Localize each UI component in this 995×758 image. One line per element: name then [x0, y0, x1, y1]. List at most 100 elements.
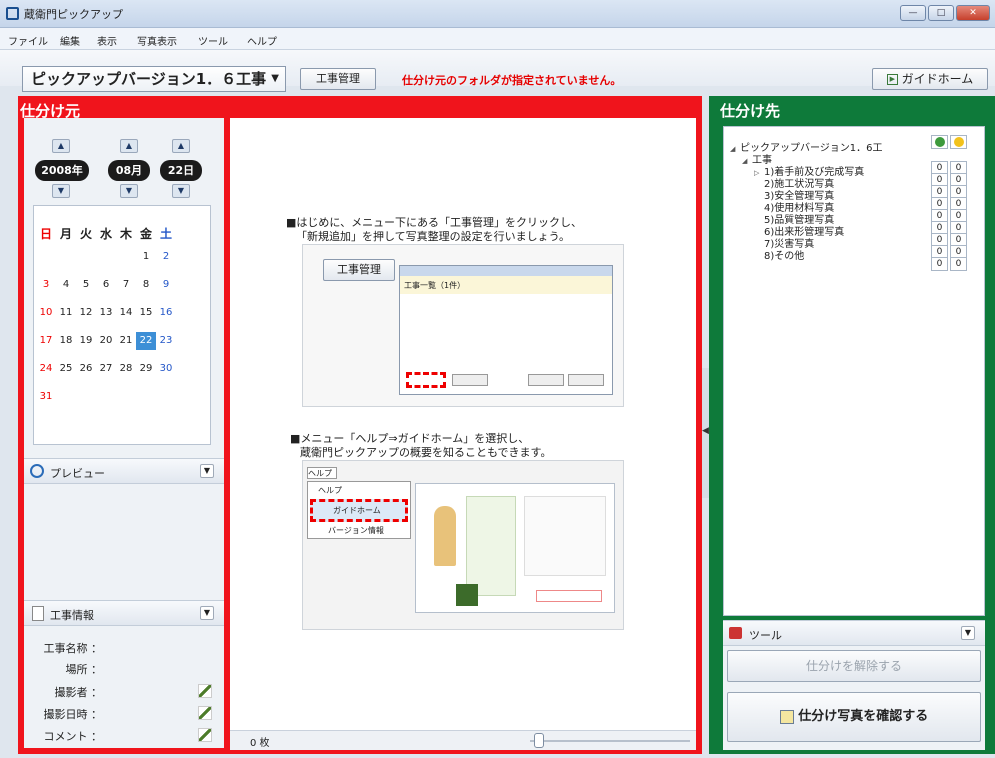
calendar-day[interactable]: 12 [76, 304, 96, 322]
minimize-button[interactable]: — [900, 5, 926, 21]
calendar-day[interactable]: 14 [116, 304, 136, 322]
calendar-day[interactable]: 30 [156, 360, 176, 378]
tree-count-pending: 0 [950, 257, 967, 271]
calendar-day[interactable]: 13 [96, 304, 116, 322]
guide-home-button[interactable]: ▶ ガイドホーム [872, 68, 988, 90]
calendar-day[interactable]: 28 [116, 360, 136, 378]
guide-step2-line1: ■メニュー「ヘルプ⇒ガイドホーム」を選択し、 [290, 432, 530, 445]
calendar-day[interactable]: 9 [156, 276, 176, 294]
pending-status-icon [950, 135, 967, 149]
zoom-slider-track[interactable] [530, 740, 690, 742]
calendar-day[interactable]: 27 [96, 360, 116, 378]
tree-expander-icon[interactable]: ◢ [730, 145, 740, 153]
version-select[interactable]: ピックアップバージョン1．６工事 ▼ [22, 66, 286, 92]
chevron-down-icon[interactable]: ▼ [200, 606, 214, 620]
preview-label: プレビュー [50, 467, 105, 480]
edit-datetime-pencil-icon[interactable] [198, 706, 212, 720]
preview-section[interactable]: プレビュー ▼ [24, 458, 224, 484]
project-name-label: 工事名称 ： [43, 642, 103, 655]
project-info-section[interactable]: 工事情報 ▼ [24, 600, 224, 626]
menu-edit[interactable]: 編集 [60, 33, 80, 48]
zoom-slider-thumb[interactable] [534, 733, 544, 748]
tree-node[interactable]: 8)その他 [754, 247, 805, 262]
calendar-day[interactable]: 8 [136, 276, 156, 294]
location-label: 場所 ： [65, 663, 103, 676]
guide-step1-text: ■はじめに、メニュー下にある「工事管理」をクリックし、 「新規追加」を押して写真… [286, 216, 582, 244]
warning-text: 仕分け元のフォルダが指定されていません。 [402, 74, 622, 87]
calendar-day[interactable]: 3 [36, 276, 56, 294]
guide-home-label: ガイドホーム [901, 72, 974, 86]
project-info-label: 工事情報 [50, 609, 94, 622]
calendar-day[interactable]: 31 [36, 388, 56, 406]
weekday-fri: 金 [139, 227, 152, 241]
guide-new-button-highlight [406, 372, 446, 388]
calendar-day[interactable]: 4 [56, 276, 76, 294]
calendar-day[interactable]: 18 [56, 332, 76, 350]
guide-help-menu: ヘルプ [307, 467, 337, 479]
calendar-day[interactable]: 24 [36, 360, 56, 378]
tree-node-label: 8)その他 [764, 251, 805, 262]
chevron-down-icon[interactable]: ▼ [200, 464, 214, 478]
calendar-day[interactable]: 5 [76, 276, 96, 294]
menu-photo-view[interactable]: 写真表示 [137, 33, 177, 48]
destination-tree: ◢ ピックアップバージョン1．6工 ◢ 工事 0 0 ▷ 1)着手前及び完成写真 0 0 2)施工状… [723, 126, 985, 616]
calendar-day[interactable]: 19 [76, 332, 96, 350]
weekday-sat: 土 [159, 227, 172, 241]
destination-panel-title: 仕分け先 [720, 102, 781, 120]
day-up-button[interactable]: ▲ [172, 139, 190, 153]
calendar-day[interactable]: 23 [156, 332, 176, 350]
guide-manage-button: 工事管理 [323, 259, 395, 281]
day-down-button[interactable]: ▼ [172, 184, 190, 198]
tree-count-done: 0 [931, 257, 948, 271]
edit-comment-pencil-icon[interactable] [198, 728, 212, 742]
unassign-button[interactable]: 仕分けを解除する [727, 650, 981, 682]
calendar-day[interactable]: 16 [156, 304, 176, 322]
document-icon [32, 606, 44, 621]
guide-step2-text: ■メニュー「ヘルプ⇒ガイドホーム」を選択し、 蔵衛門ピックアップの概要を知ること… [290, 432, 551, 460]
calendar-day[interactable]: 17 [36, 332, 56, 350]
splitter-handle[interactable]: ◀ [702, 368, 709, 498]
tree-expander-icon[interactable]: ◢ [742, 157, 752, 165]
photo-area [230, 118, 696, 730]
close-button[interactable]: ✕ [956, 5, 990, 21]
calendar-day[interactable]: 7 [116, 276, 136, 294]
calendar-day[interactable]: 6 [96, 276, 116, 294]
guide-step1-image: 工事管理 工事一覧（1件） [302, 244, 624, 407]
tools-section[interactable]: ツール ▼ [723, 620, 985, 646]
month-down-button[interactable]: ▼ [120, 184, 138, 198]
guide-dialog: 工事一覧（1件） [399, 265, 613, 395]
tools-label: ツール [749, 629, 782, 642]
confirm-assignment-label: 仕分け写真を確認する [798, 709, 929, 724]
calendar-day[interactable]: 22 [136, 332, 156, 350]
chevron-down-icon[interactable]: ▼ [961, 626, 975, 640]
menu-file[interactable]: ファイル [8, 33, 48, 48]
calendar-day[interactable]: 25 [56, 360, 76, 378]
guide-step2-image: ヘルプ ヘルプ ガイドホーム バージョン情報 [302, 460, 624, 630]
menu-view[interactable]: 表示 [97, 33, 117, 48]
calendar-day[interactable]: 26 [76, 360, 96, 378]
status-bar: 0 枚 [230, 730, 696, 750]
menu-help[interactable]: ヘルプ [247, 33, 277, 48]
guide-dialog-list: 工事一覧（1件） [400, 276, 612, 294]
calendar-day[interactable]: 21 [116, 332, 136, 350]
calendar-day[interactable]: 10 [36, 304, 56, 322]
manage-button[interactable]: 工事管理 [300, 68, 376, 90]
calendar-day[interactable]: 1 [136, 248, 156, 266]
calendar-day[interactable]: 15 [136, 304, 156, 322]
calendar-day[interactable]: 11 [56, 304, 76, 322]
confirm-assignment-button[interactable]: 仕分け写真を確認する [727, 692, 981, 742]
maximize-button[interactable]: □ [928, 5, 954, 21]
title-bar: 蔵衛門ピックアップ — □ ✕ [0, 0, 995, 28]
calendar-day[interactable]: 29 [136, 360, 156, 378]
year-up-button[interactable]: ▲ [52, 139, 70, 153]
edit-photographer-pencil-icon[interactable] [198, 684, 212, 698]
guide-person-illustration [434, 506, 456, 566]
month-up-button[interactable]: ▲ [120, 139, 138, 153]
menu-tools[interactable]: ツール [198, 33, 228, 48]
comment-label: コメント ： [43, 730, 103, 743]
calendar-day[interactable]: 20 [96, 332, 116, 350]
chevron-down-icon: ▼ [271, 73, 279, 84]
calendar-day[interactable]: 2 [156, 248, 176, 266]
window-title: 蔵衛門ピックアップ [24, 8, 123, 21]
year-down-button[interactable]: ▼ [52, 184, 70, 198]
